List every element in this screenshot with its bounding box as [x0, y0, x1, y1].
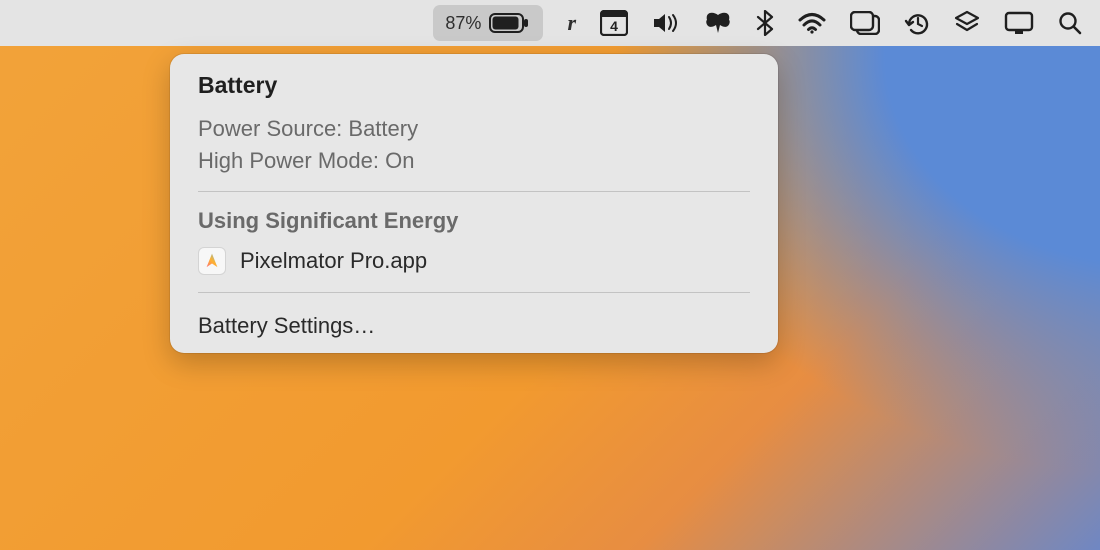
- popover-title: Battery: [170, 72, 778, 99]
- calendar-icon: 4: [600, 10, 628, 36]
- speaker-icon: [652, 12, 680, 34]
- sound-menubar-item[interactable]: [652, 5, 680, 41]
- battery-percent-label: 87%: [445, 13, 481, 34]
- bluetooth-icon: [756, 10, 774, 36]
- wifi-menubar-item[interactable]: [798, 5, 826, 41]
- bluetooth-menubar-item[interactable]: [756, 5, 774, 41]
- app-r-menubar-item[interactable]: r: [567, 5, 576, 41]
- display-icon: [1004, 11, 1034, 35]
- energy-app-name: Pixelmator Pro.app: [240, 248, 427, 274]
- battery-popover: Battery Power Source: Battery High Power…: [170, 54, 778, 353]
- power-source-line: Power Source: Battery: [170, 113, 778, 145]
- battery-settings-link[interactable]: Battery Settings…: [170, 307, 778, 339]
- wifi-icon: [798, 12, 826, 34]
- power-mode-line: High Power Mode: On: [170, 145, 778, 177]
- battery-icon: [489, 13, 529, 33]
- stack-menubar-item[interactable]: [954, 5, 980, 41]
- search-icon: [1058, 11, 1082, 35]
- svg-text:4: 4: [610, 18, 618, 34]
- r-letter-icon: r: [567, 10, 576, 36]
- battery-menubar-item[interactable]: 87%: [433, 5, 543, 41]
- pixelmator-app-icon: [198, 247, 226, 275]
- butterfly-icon: [704, 11, 732, 35]
- display-menubar-item[interactable]: [1004, 5, 1034, 41]
- menubar: 87% r 4: [0, 0, 1100, 46]
- butterfly-menubar-item[interactable]: [704, 5, 732, 41]
- divider: [198, 191, 750, 192]
- energy-app-row[interactable]: Pixelmator Pro.app: [170, 244, 778, 278]
- desktop-wallpaper: 87% r 4: [0, 0, 1100, 550]
- time-machine-menubar-item[interactable]: [904, 5, 930, 41]
- time-machine-icon: [904, 10, 930, 36]
- divider: [198, 292, 750, 293]
- stage-manager-icon: [850, 11, 880, 35]
- stack-icon: [954, 10, 980, 36]
- energy-section-title: Using Significant Energy: [170, 206, 778, 244]
- spotlight-menubar-item[interactable]: [1058, 5, 1082, 41]
- stage-manager-menubar-item[interactable]: [850, 5, 880, 41]
- calendar-menubar-item[interactable]: 4: [600, 5, 628, 41]
